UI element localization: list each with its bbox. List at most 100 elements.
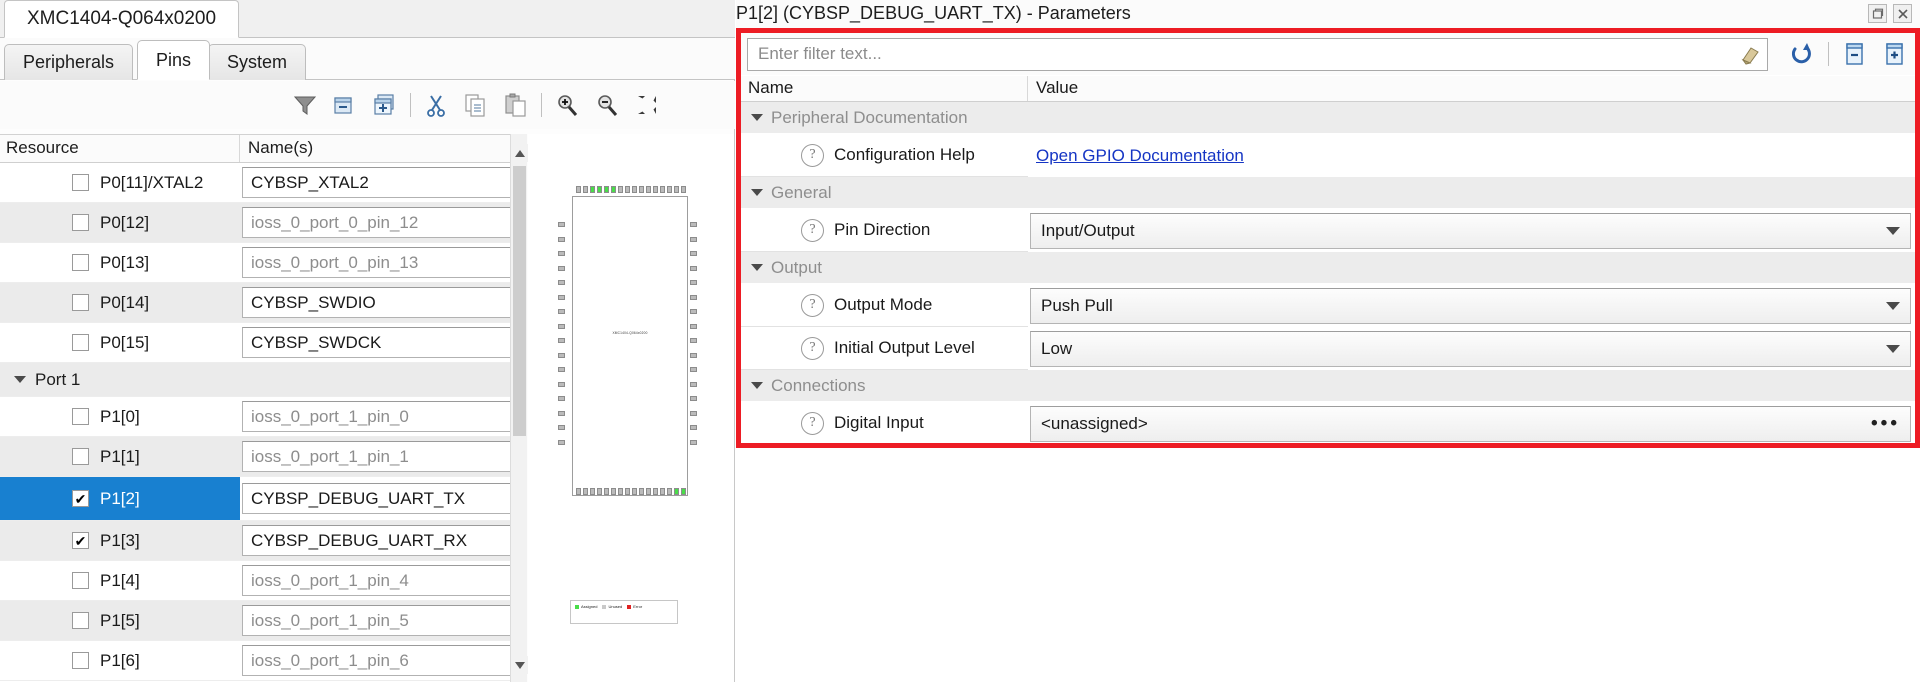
pin-name-input[interactable]: ioss_0_port_1_pin_4 (242, 565, 521, 596)
tab-peripherals[interactable]: Peripherals (4, 44, 134, 80)
chevron-down-icon[interactable] (751, 382, 763, 389)
parameters-pane: P1[2] (CYBSP_DEBUG_UART_TX) - Parameters (736, 0, 1920, 682)
pin-checkbox[interactable] (72, 572, 89, 589)
pin-checkbox[interactable] (72, 612, 89, 629)
pin-checkbox[interactable]: ✔ (72, 490, 89, 507)
pin-name-input[interactable]: ioss_0_port_1_pin_6 (242, 645, 521, 676)
chevron-down-icon[interactable] (1886, 301, 1900, 310)
pin-checkbox[interactable] (72, 652, 89, 669)
fit-to-screen-icon[interactable] (632, 90, 662, 120)
tree-group-port-1[interactable]: Port 1 (0, 363, 527, 397)
pins-tree[interactable]: Resource Name(s) P0[11]/XTAL2 CYBSP_XTAL… (0, 134, 527, 682)
chevron-down-icon[interactable] (1886, 226, 1900, 235)
expand-all-icon[interactable] (1881, 39, 1911, 69)
paste-icon[interactable] (501, 90, 531, 120)
help-icon[interactable]: ? (801, 218, 824, 242)
copy-icon[interactable] (461, 90, 491, 120)
digital-input-select[interactable]: <unassigned> ••• (1030, 405, 1911, 442)
pin-name-input[interactable]: ioss_0_port_1_pin_5 (242, 605, 521, 636)
output-mode-select[interactable]: Push Pull (1030, 287, 1911, 324)
help-icon[interactable]: ? (801, 336, 824, 360)
param-group-general[interactable]: General (741, 177, 1915, 209)
chevron-down-icon[interactable] (1886, 344, 1900, 353)
table-row[interactable]: P1[0] ioss_0_port_1_pin_0 (0, 397, 527, 437)
param-group-connections[interactable]: Connections (741, 370, 1915, 402)
more-options-icon[interactable]: ••• (1871, 413, 1900, 433)
chevron-down-icon[interactable] (751, 114, 763, 121)
chevron-down-icon[interactable] (14, 376, 26, 383)
collapse-all-icon[interactable] (1841, 39, 1871, 69)
table-row[interactable]: P1[5] ioss_0_port_1_pin_5 (0, 601, 527, 641)
pin-name-input[interactable]: CYBSP_DEBUG_UART_TX (242, 483, 521, 514)
pin-resource-label: P0[15] (100, 332, 150, 352)
param-row-output-mode[interactable]: ? Output Mode Push Pull (741, 284, 1915, 327)
table-row[interactable]: P0[13] ioss_0_port_0_pin_13 (0, 243, 527, 283)
pin-name-input[interactable]: CYBSP_SWDCK (242, 327, 521, 358)
table-row[interactable]: P1[4] ioss_0_port_1_pin_4 (0, 561, 527, 601)
restore-icon[interactable] (1868, 4, 1887, 23)
chip-package-view[interactable]: XMC1404-Q064x0200 Assigned Unused Error (528, 134, 734, 682)
document-tabbar: XMC1404-Q064x0200 (0, 0, 735, 38)
pin-name-input[interactable]: ioss_0_port_0_pin_13 (242, 247, 521, 278)
param-row-configuration-help[interactable]: ? Configuration Help Open GPIO Documenta… (741, 134, 1915, 177)
pin-checkbox[interactable] (72, 254, 89, 271)
param-row-initial-output-level[interactable]: ? Initial Output Level Low (741, 327, 1915, 370)
row-resource-cell: P1[1] (0, 437, 240, 476)
pin-name-input[interactable]: CYBSP_XTAL2 (242, 167, 521, 198)
chevron-down-icon[interactable] (751, 264, 763, 271)
pin-name-input[interactable]: ioss_0_port_0_pin_12 (242, 207, 521, 238)
zoom-out-icon[interactable] (592, 90, 622, 120)
param-row-pin-direction[interactable]: ? Pin Direction Input/Output (741, 209, 1915, 252)
document-tab-device[interactable]: XMC1404-Q064x0200 (4, 0, 240, 38)
parameters-filter-input[interactable]: Enter filter text... (747, 37, 1768, 71)
table-row[interactable]: P0[15] CYBSP_SWDCK (0, 323, 527, 363)
pin-name-input[interactable]: CYBSP_DEBUG_UART_RX (242, 525, 521, 556)
zoom-in-icon[interactable] (552, 90, 582, 120)
pin-checkbox[interactable] (72, 174, 89, 191)
table-row[interactable]: P1[1] ioss_0_port_1_pin_1 (0, 437, 527, 477)
param-group-peripheral-documentation[interactable]: Peripheral Documentation (741, 102, 1915, 134)
pin-checkbox[interactable] (72, 214, 89, 231)
pin-checkbox[interactable] (72, 294, 89, 311)
scroll-down-icon[interactable] (511, 656, 528, 674)
pin-checkbox[interactable] (72, 448, 89, 465)
scroll-up-icon[interactable] (511, 144, 528, 162)
scrollbar-thumb[interactable] (513, 166, 526, 436)
param-row-digital-input[interactable]: ? Digital Input <unassigned> ••• (741, 402, 1915, 443)
close-icon[interactable] (1893, 4, 1912, 23)
clear-filter-icon[interactable] (1737, 41, 1763, 67)
tree-vertical-scrollbar[interactable] (510, 134, 528, 682)
help-icon[interactable]: ? (801, 411, 824, 435)
tab-pins[interactable]: Pins (137, 40, 211, 80)
pin-checkbox[interactable] (72, 408, 89, 425)
pin-direction-select[interactable]: Input/Output (1030, 212, 1911, 249)
table-row[interactable]: P0[11]/XTAL2 CYBSP_XTAL2 (0, 163, 527, 203)
pin-resource-label: P0[14] (100, 292, 150, 312)
initial-output-level-select[interactable]: Low (1030, 330, 1911, 367)
param-label: Configuration Help (834, 145, 975, 164)
pin-name-input[interactable]: CYBSP_SWDIO (242, 287, 521, 318)
table-row[interactable]: ✔ P1[3] CYBSP_DEBUG_UART_RX (0, 521, 527, 561)
collapse-all-icon[interactable] (330, 90, 360, 120)
param-group-output[interactable]: Output (741, 252, 1915, 284)
toolbar-separator (410, 93, 411, 117)
table-row-selected[interactable]: ✔ P1[2] CYBSP_DEBUG_UART_TX (0, 477, 527, 521)
chevron-down-icon[interactable] (751, 189, 763, 196)
pin-name-input[interactable]: ioss_0_port_1_pin_1 (242, 441, 521, 472)
pin-checkbox[interactable]: ✔ (72, 532, 89, 549)
table-row[interactable]: P1[6] ioss_0_port_1_pin_6 (0, 641, 527, 681)
filter-icon[interactable] (290, 90, 320, 120)
pin-checkbox[interactable] (72, 334, 89, 351)
row-name-cell: ioss_0_port_1_pin_4 (240, 561, 527, 600)
help-icon[interactable]: ? (801, 293, 824, 317)
refresh-icon[interactable] (1786, 39, 1816, 69)
tab-system[interactable]: System (208, 44, 307, 80)
pin-name-input[interactable]: ioss_0_port_1_pin_0 (242, 401, 521, 432)
cut-icon[interactable] (421, 90, 451, 120)
expand-all-icon[interactable] (370, 90, 400, 120)
table-row[interactable]: P0[12] ioss_0_port_0_pin_12 (0, 203, 527, 243)
param-group-name-cell: Output (741, 252, 1028, 284)
help-icon[interactable]: ? (801, 143, 824, 167)
open-gpio-documentation-link[interactable]: Open GPIO Documentation (1036, 146, 1244, 166)
table-row[interactable]: P0[14] CYBSP_SWDIO (0, 283, 527, 323)
